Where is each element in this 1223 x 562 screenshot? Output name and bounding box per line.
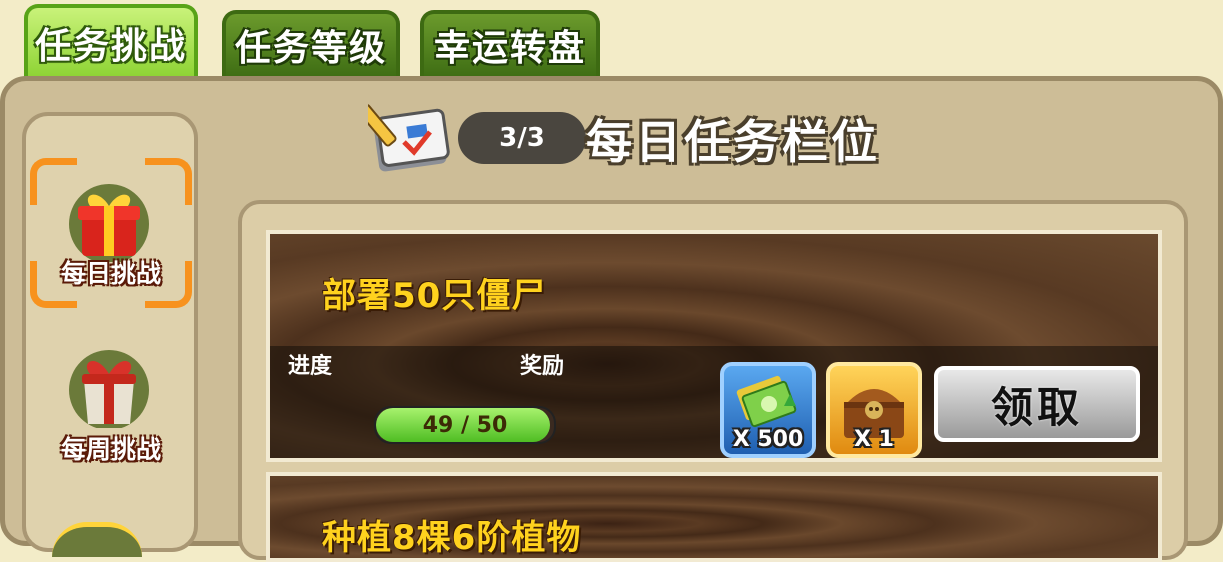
task-card: 部署50只僵尸 进度 奖励 49 / 50 X 500 X 1 领取 — [266, 230, 1162, 462]
sidebar-item-weekly-challenge[interactable]: 每周挑战 — [30, 342, 192, 492]
progress-text: 49 / 50 — [422, 412, 508, 438]
reward-quantity: X 1 — [854, 427, 894, 452]
selection-bracket-tr — [145, 158, 192, 205]
header: 3/3 每日任务栏位 — [368, 96, 928, 176]
progress-bar: 49 / 50 — [374, 406, 556, 444]
task-card: 种植8棵6阶植物 — [266, 472, 1162, 562]
progress-label: 进度 — [288, 354, 333, 379]
notebook-pencil-icon — [368, 103, 450, 172]
reward-label: 奖励 — [520, 354, 565, 379]
sidebar-item-label: 每日挑战 — [60, 259, 161, 288]
sidebar-item-daily-challenge[interactable]: 每日挑战 — [30, 158, 192, 308]
gift-bag-icon — [69, 350, 149, 428]
tab-lucky-wheel[interactable]: 幸运转盘 — [420, 10, 600, 76]
task-title: 部署50只僵尸 — [322, 276, 547, 316]
reward-quantity: X 500 — [732, 427, 804, 452]
claim-button[interactable]: 领取 — [934, 366, 1140, 442]
tab-task-challenge[interactable]: 任务挑战 — [24, 4, 198, 78]
reward-chest: X 1 — [826, 362, 922, 458]
gift-box-icon — [69, 184, 149, 262]
page-title: 每日任务栏位 — [586, 115, 880, 169]
sidebar-item-label: 每周挑战 — [60, 435, 161, 464]
tab-task-level[interactable]: 任务等级 — [222, 10, 400, 76]
reward-cash: X 500 — [720, 362, 816, 458]
task-title: 种植8棵6阶植物 — [322, 518, 582, 558]
task-slot-counter: 3/3 — [458, 112, 586, 164]
